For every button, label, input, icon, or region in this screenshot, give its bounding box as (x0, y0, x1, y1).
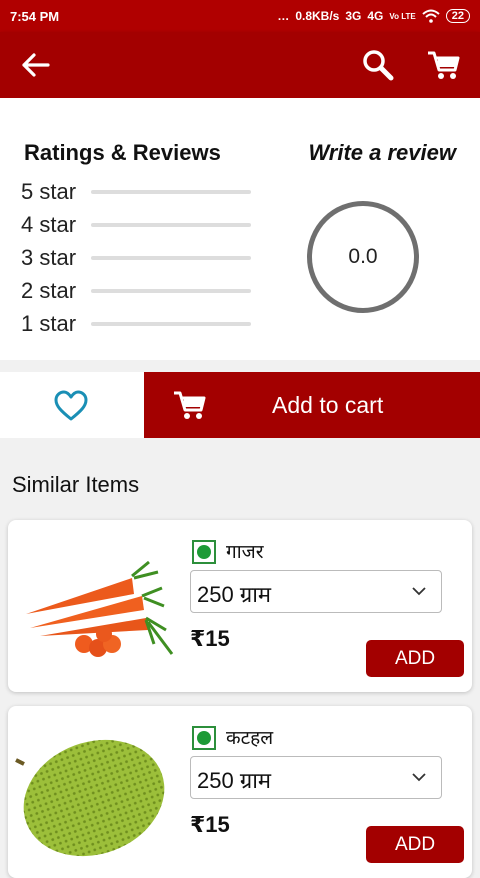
product-name: गाजर (226, 542, 264, 563)
chevron-down-icon (412, 773, 426, 782)
back-arrow-icon[interactable] (18, 48, 54, 82)
ratings-title: Ratings & Reviews (24, 140, 221, 165)
quantity-select[interactable]: 250 ग्राम (190, 570, 442, 613)
rating-label: 4 star (21, 212, 77, 237)
add-button[interactable]: ADD (366, 826, 464, 863)
rating-bar (91, 289, 251, 293)
rating-row-5: 5 star (21, 178, 261, 206)
chevron-down-icon (412, 587, 426, 596)
rating-row-1: 1 star (21, 310, 261, 338)
veg-indicator-icon (192, 540, 216, 564)
rating-label: 1 star (21, 311, 77, 336)
rating-row-2: 2 star (21, 277, 261, 305)
quantity-select[interactable]: 250 ग्राम (190, 756, 442, 799)
veg-indicator-icon (192, 726, 216, 750)
product-card[interactable]: कटहल 250 ग्राम ₹15 ADD (8, 706, 472, 878)
volte-label: Vo LTE (389, 11, 416, 21)
app-toolbar (0, 32, 480, 98)
status-time: 7:54 PM (10, 8, 60, 24)
product-card[interactable]: गाजर 250 ग्राम ₹15 ADD (8, 520, 472, 692)
wifi-icon (422, 9, 440, 23)
rating-label: 3 star (21, 245, 77, 270)
signal-4g: 4G (367, 9, 384, 23)
product-price: ₹15 (190, 626, 230, 651)
similar-items-title: Similar Items (12, 472, 140, 497)
quantity-value: 250 ग्राम (197, 582, 272, 607)
product-name: कटहल (226, 728, 274, 749)
ratings-section: Ratings & Reviews Write a review 5 star … (0, 98, 480, 360)
quantity-value: 250 ग्राम (197, 768, 272, 793)
rating-bar (91, 322, 251, 326)
rating-bar (91, 223, 251, 227)
status-indicators: … 0.8KB/s 3G 4G Vo LTE 22 (277, 9, 470, 23)
action-bar: Add to cart (0, 372, 480, 438)
rating-row-4: 4 star (21, 211, 261, 239)
average-rating-value: 0.0 (348, 245, 378, 268)
rating-bar (91, 190, 251, 194)
add-to-cart-label: Add to cart (272, 392, 384, 418)
network-speed: 0.8KB/s (295, 9, 340, 23)
jackfruit-image (14, 712, 174, 872)
write-review-link[interactable]: Write a review (308, 140, 456, 166)
rating-row-3: 3 star (21, 244, 261, 272)
status-bar: 7:54 PM … 0.8KB/s 3G 4G Vo LTE 22 (0, 0, 480, 32)
add-button[interactable]: ADD (366, 640, 464, 677)
rating-label: 2 star (21, 278, 77, 303)
heart-icon[interactable] (52, 388, 90, 424)
cart-icon[interactable] (426, 48, 462, 82)
rating-bar (91, 256, 251, 260)
average-rating-circle: 0.0 (307, 201, 419, 313)
carrot-image (14, 526, 174, 686)
cart-icon (174, 391, 206, 419)
product-price: ₹15 (190, 812, 230, 837)
add-to-cart-button[interactable]: Add to cart (144, 372, 480, 438)
battery-icon: 22 (445, 9, 470, 23)
signal-3g: 3G (345, 9, 362, 23)
rating-label: 5 star (21, 179, 77, 204)
search-icon[interactable] (360, 48, 396, 82)
